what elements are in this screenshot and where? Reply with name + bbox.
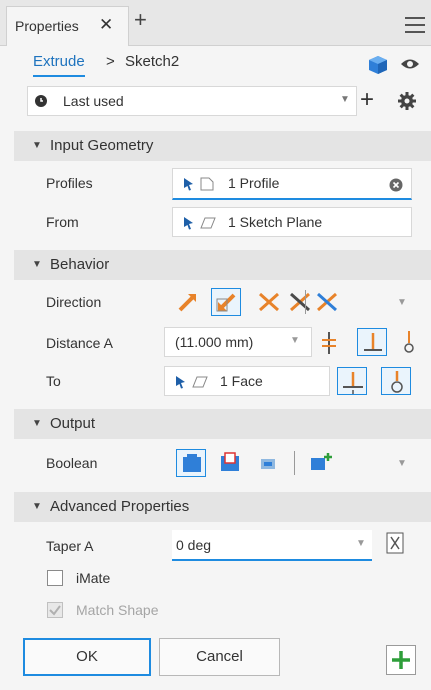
distance-a-label: Distance A xyxy=(46,335,113,351)
panel-tab-bar: Properties ✕ + xyxy=(0,0,431,46)
section-title: Output xyxy=(50,415,96,432)
preset-dropdown[interactable]: Last used ▼ xyxy=(27,86,357,116)
preset-icon xyxy=(34,94,48,108)
direction-label: Direction xyxy=(46,294,102,310)
from-value: 1 Sketch Plane xyxy=(228,214,323,230)
extent-through-all-icon[interactable] xyxy=(317,330,341,356)
section-output[interactable]: ▼ Output xyxy=(14,409,431,439)
distance-a-value: (11.000 mm) xyxy=(175,334,254,350)
preset-value: Last used xyxy=(63,93,124,109)
to-label: To xyxy=(46,373,61,389)
chevron-down-icon[interactable]: ▼ xyxy=(397,297,407,308)
breadcrumb-separator: > xyxy=(106,53,115,70)
chevron-down-icon: ▼ xyxy=(356,538,366,549)
select-arrow-icon xyxy=(183,177,195,191)
taper-a-label: Taper A xyxy=(46,538,94,554)
menu-icon[interactable] xyxy=(405,17,425,33)
eye-icon[interactable] xyxy=(400,57,420,71)
direction-asymmetric-button[interactable] xyxy=(285,288,315,316)
profile-icon xyxy=(200,177,216,191)
extent-to-next-button[interactable] xyxy=(357,328,387,356)
tab-properties[interactable]: Properties ✕ xyxy=(6,6,129,46)
section-title: Advanced Properties xyxy=(50,498,190,515)
sketch-plane-icon xyxy=(200,216,216,230)
close-tab-icon[interactable]: ✕ xyxy=(99,15,113,35)
boolean-cut-button[interactable] xyxy=(215,449,245,477)
to-extend-face-button[interactable] xyxy=(381,367,411,395)
add-preset-button[interactable]: + xyxy=(360,86,374,114)
chevron-down-icon: ▼ xyxy=(340,94,350,105)
match-shape-label: Match Shape xyxy=(76,602,159,618)
select-arrow-icon xyxy=(183,216,195,230)
to-selector[interactable]: 1 Face xyxy=(164,366,330,396)
boolean-intersect-button[interactable] xyxy=(253,449,283,477)
divider xyxy=(305,290,306,314)
boolean-join-button[interactable] xyxy=(176,449,206,477)
from-selector[interactable]: 1 Sketch Plane xyxy=(172,207,412,237)
chevron-down-icon[interactable]: ▼ xyxy=(397,458,407,469)
to-face-button[interactable] xyxy=(337,367,367,395)
boolean-new-solid-button[interactable] xyxy=(306,449,336,477)
profiles-value: 1 Profile xyxy=(228,175,280,191)
to-value: 1 Face xyxy=(220,373,263,389)
from-label: From xyxy=(46,214,79,230)
breadcrumb-sketch[interactable]: Sketch2 xyxy=(125,53,179,70)
chevron-down-icon: ▼ xyxy=(290,335,300,346)
section-title: Input Geometry xyxy=(50,137,154,154)
collapse-caret-icon: ▼ xyxy=(32,501,42,512)
section-title: Behavior xyxy=(50,256,110,273)
imate-checkbox[interactable] xyxy=(47,570,63,586)
section-advanced-properties[interactable]: ▼ Advanced Properties xyxy=(14,492,431,522)
direction-custom-button[interactable] xyxy=(312,288,342,316)
match-shape-checkbox[interactable] xyxy=(47,602,63,618)
profiles-selector[interactable]: 1 Profile xyxy=(172,168,412,200)
taper-flip-icon[interactable] xyxy=(386,532,404,554)
section-input-geometry[interactable]: ▼ Input Geometry xyxy=(14,131,431,161)
collapse-caret-icon: ▼ xyxy=(32,259,42,270)
select-arrow-icon xyxy=(175,375,187,389)
taper-a-value: 0 deg xyxy=(176,537,212,553)
collapse-caret-icon: ▼ xyxy=(32,140,42,151)
gear-icon[interactable] xyxy=(398,92,416,110)
ok-button[interactable]: OK xyxy=(23,638,151,676)
distance-a-input[interactable]: (11.000 mm) ▼ xyxy=(164,327,312,357)
profiles-label: Profiles xyxy=(46,175,93,191)
cube-icon[interactable] xyxy=(368,55,388,75)
face-icon xyxy=(192,375,208,389)
section-behavior[interactable]: ▼ Behavior xyxy=(14,250,431,280)
direction-flipped-button[interactable] xyxy=(211,288,241,316)
divider xyxy=(294,451,295,475)
tab-properties-label: Properties xyxy=(15,18,79,34)
apply-button[interactable] xyxy=(386,645,416,675)
breadcrumb-extrude-link[interactable]: Extrude xyxy=(33,53,85,77)
direction-symmetric-button[interactable] xyxy=(254,288,284,316)
direction-default-button[interactable] xyxy=(174,288,204,316)
boolean-label: Boolean xyxy=(46,455,98,471)
clear-selection-icon[interactable] xyxy=(389,178,403,192)
cancel-button[interactable]: Cancel xyxy=(159,638,280,676)
collapse-caret-icon: ▼ xyxy=(32,418,42,429)
extent-between-icon[interactable] xyxy=(400,329,414,355)
taper-a-input[interactable]: 0 deg ▼ xyxy=(172,530,372,561)
add-tab-button[interactable]: + xyxy=(134,8,147,32)
imate-label: iMate xyxy=(76,570,111,586)
